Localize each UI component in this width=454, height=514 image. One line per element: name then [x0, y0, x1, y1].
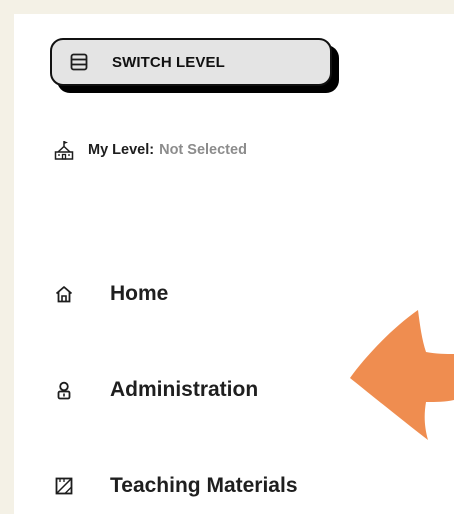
- pointer-arrow: [350, 310, 454, 440]
- my-level-value: Not Selected: [159, 142, 247, 158]
- my-level-status: My Level: Not Selected: [52, 138, 247, 162]
- nav-item-teaching-materials[interactable]: Teaching Materials: [52, 474, 298, 498]
- list-icon: [68, 51, 90, 73]
- admin-icon: [52, 378, 76, 402]
- my-level-label: My Level:: [88, 142, 155, 158]
- switch-level-button[interactable]: SWITCH LEVEL: [50, 38, 332, 86]
- nav-label-home: Home: [110, 282, 169, 305]
- nav-label-administration: Administration: [110, 378, 259, 401]
- home-icon: [52, 282, 76, 306]
- materials-icon: [52, 474, 76, 498]
- nav-item-home[interactable]: Home: [52, 282, 168, 306]
- switch-level-label: SWITCH LEVEL: [112, 53, 225, 71]
- nav-label-teaching-materials: Teaching Materials: [110, 474, 298, 497]
- school-icon: [52, 138, 76, 162]
- arrow-shape: [350, 310, 454, 440]
- nav-item-administration[interactable]: Administration: [52, 378, 258, 402]
